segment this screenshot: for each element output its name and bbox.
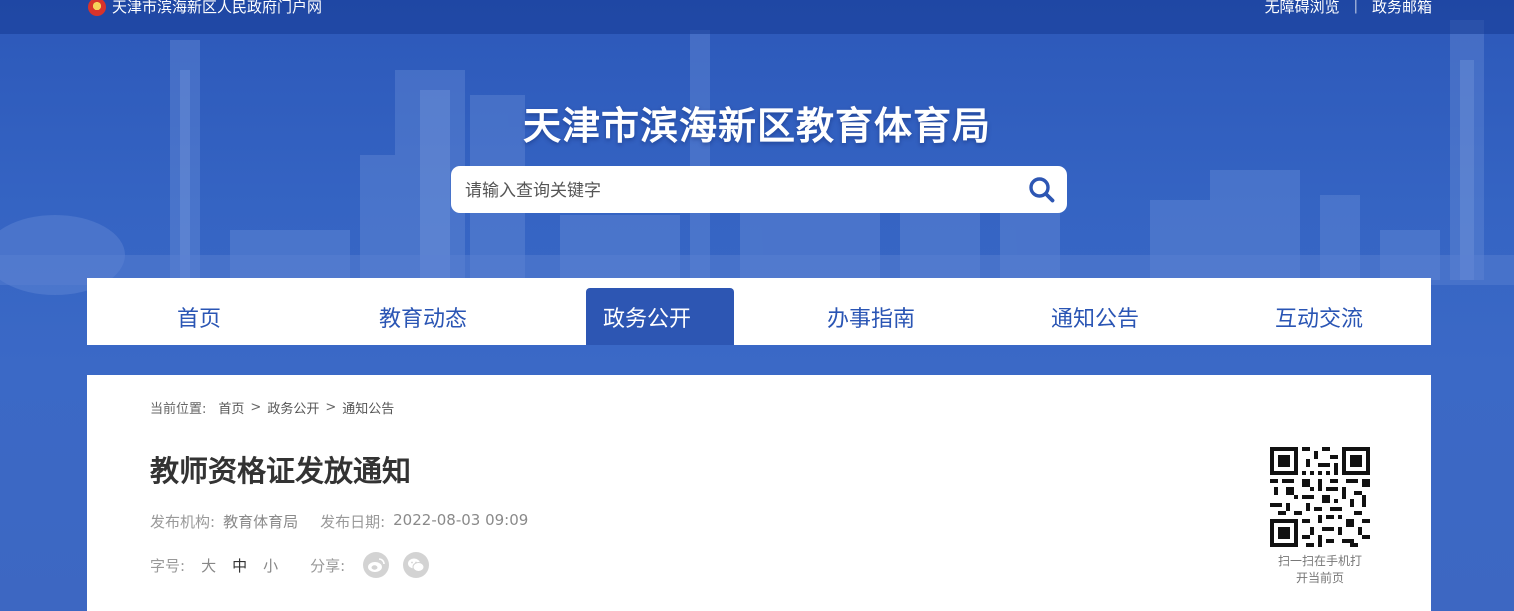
accessibility-link[interactable]: 无障碍浏览 [1265, 0, 1340, 16]
qr-code-image [1270, 447, 1370, 547]
font-size-label: 字号: [150, 556, 186, 575]
nav-item-label: 互动交流 [1274, 306, 1363, 332]
article-panel: 当前位置: 首页 > 政务公开 > 通知公告 教师资格证发放通知 发布机构: 教… [87, 375, 1431, 611]
search-input[interactable] [463, 166, 1027, 215]
site-title: 天津市滨海新区教育体育局 [522, 104, 991, 148]
publisher-value: 教育体育局 [223, 513, 299, 531]
breadcrumb-separator: > [250, 400, 262, 415]
nav-item-label: 通知公告 [1050, 306, 1139, 332]
nav-item-service-guide[interactable]: 办事指南 [759, 278, 983, 345]
portal-link[interactable]: 天津市滨海新区人民政府门户网 [88, 0, 322, 16]
breadcrumb-label: 当前位置: [150, 402, 207, 417]
weibo-icon [368, 558, 385, 572]
nav-item-education-news[interactable]: 教育动态 [311, 278, 535, 345]
breadcrumb: 当前位置: 首页 > 政务公开 > 通知公告 [150, 398, 394, 417]
font-size-medium-button[interactable]: 中 [232, 555, 247, 576]
page-title: 教师资格证发放通知 [150, 454, 412, 488]
share-wechat-button[interactable] [403, 552, 430, 578]
nav-item-label: 政务公开 [602, 306, 691, 332]
share-label: 分享: [310, 556, 346, 575]
nav-item-home[interactable]: 首页 [87, 278, 311, 345]
qr-caption-line2: 开当前页 [1295, 571, 1344, 585]
breadcrumb-item-announcements[interactable]: 通知公告 [342, 398, 394, 417]
nav-item-label: 首页 [176, 306, 221, 332]
main-nav: 首页 教育动态 政务公开 办事指南 通知公告 互动交流 [87, 278, 1431, 345]
article-meta: 发布机构: 教育体育局 发布日期: 2022-08-03 09:09 [150, 511, 550, 532]
share-weibo-button[interactable] [363, 552, 390, 578]
date-label: 发布日期: [320, 513, 386, 531]
article-tools: 字号: 大 中 小 分享: [150, 552, 443, 578]
nav-item-interaction[interactable]: 互动交流 [1207, 278, 1431, 345]
breadcrumb-item-home[interactable]: 首页 [218, 398, 244, 417]
font-size-large-button[interactable]: 大 [201, 555, 216, 576]
portal-name: 天津市滨海新区人民政府门户网 [112, 0, 323, 16]
nav-item-label: 教育动态 [378, 306, 467, 332]
qr-caption-line1: 扫一扫在手机打 [1277, 554, 1362, 568]
nav-item-government-affairs[interactable]: 政务公开 [535, 278, 759, 345]
national-emblem-icon [88, 0, 106, 16]
search-box [451, 166, 1067, 215]
top-links: 无障碍浏览 | 政务邮箱 [1265, 0, 1432, 16]
search-button[interactable] [1027, 175, 1057, 205]
date-value: 2022-08-03 09:09 [393, 511, 529, 529]
font-size-small-button[interactable]: 小 [263, 555, 278, 576]
breadcrumb-separator: > [325, 400, 337, 415]
wechat-icon [408, 558, 425, 572]
government-mailbox-link[interactable]: 政务邮箱 [1372, 0, 1432, 16]
divider: | [1353, 0, 1358, 14]
breadcrumb-item-government-affairs[interactable]: 政务公开 [267, 398, 319, 417]
nav-item-announcements[interactable]: 通知公告 [983, 278, 1207, 345]
qr-caption: 扫一扫在手机打 开当前页 [1265, 553, 1375, 587]
search-icon [1029, 177, 1055, 203]
publisher-label: 发布机构: [150, 513, 216, 531]
nav-item-label: 办事指南 [826, 306, 915, 332]
